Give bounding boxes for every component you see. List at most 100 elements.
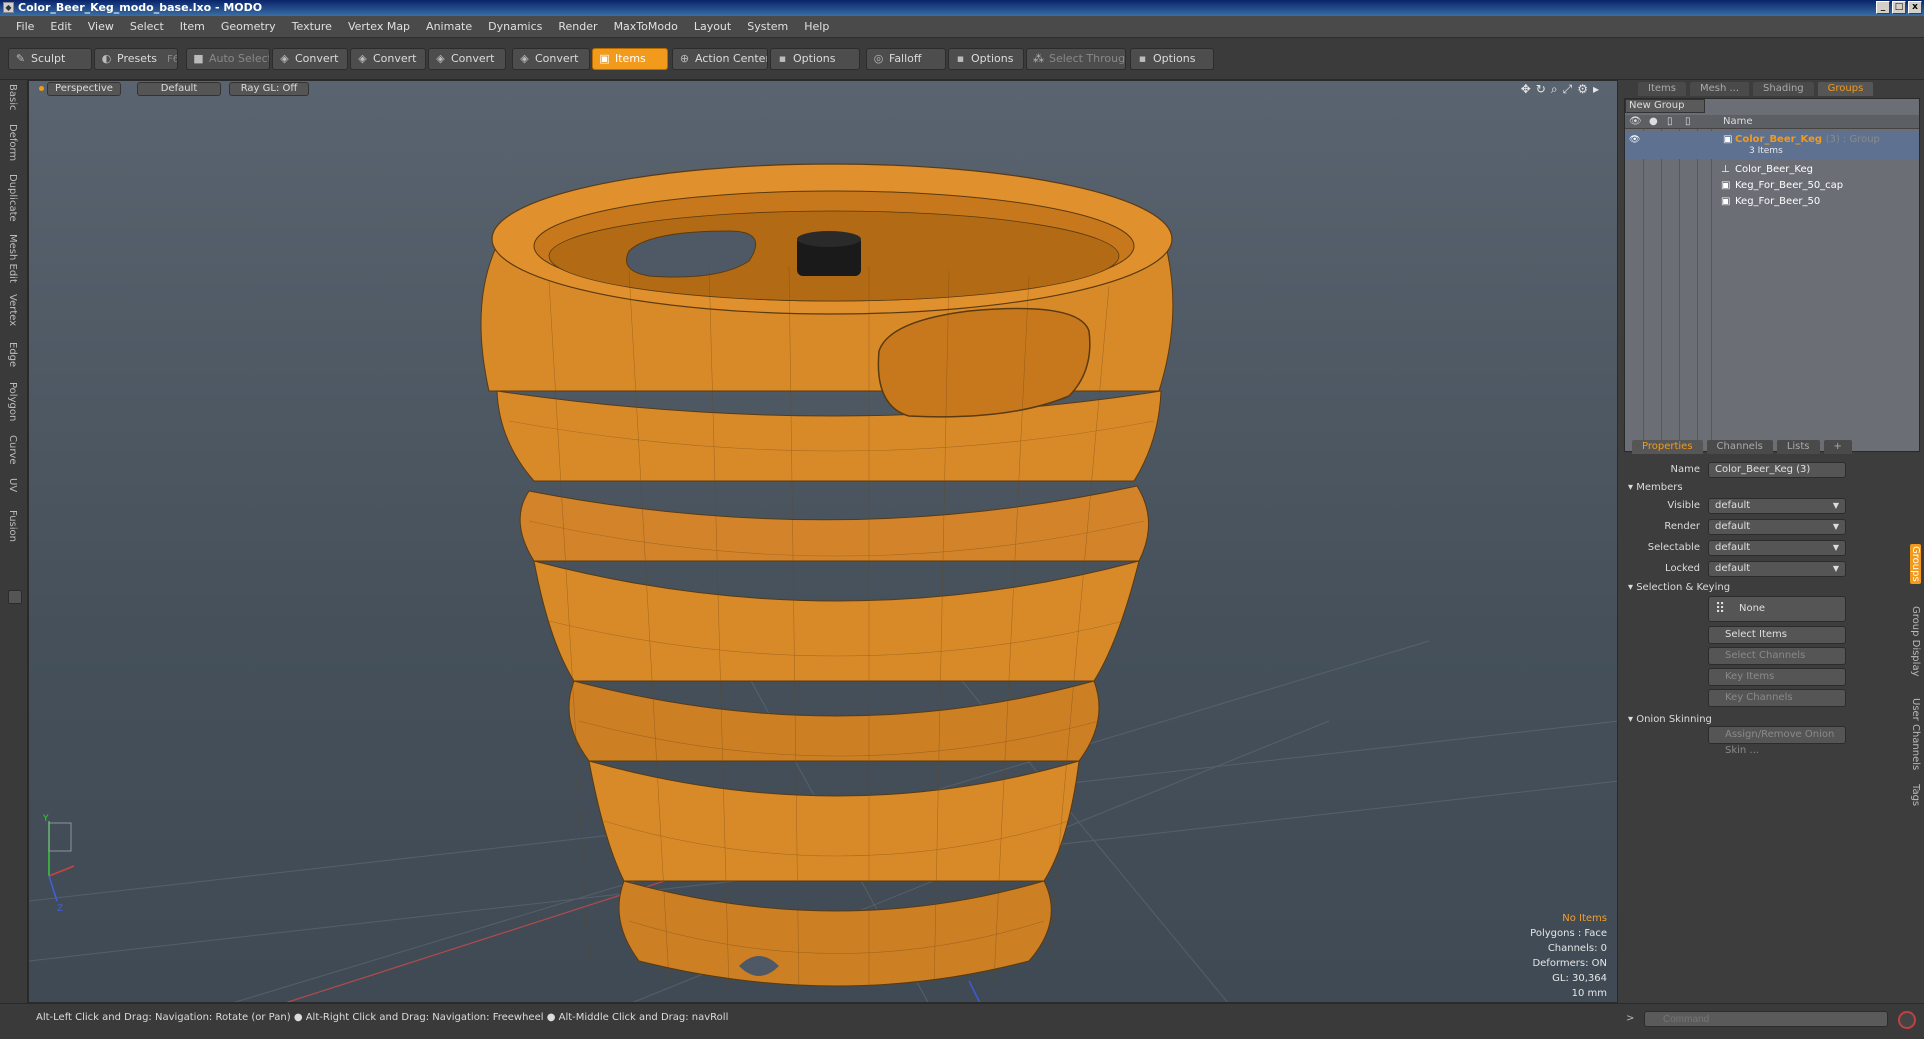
settings-icon[interactable]: ⚙ <box>1577 82 1588 97</box>
action-center-button[interactable]: ⊕ Action Center <box>672 48 768 70</box>
visible-dropdown[interactable]: default ▼ <box>1708 498 1846 514</box>
locked-dropdown[interactable]: default ▼ <box>1708 561 1846 577</box>
expand-icon[interactable]: ▸ <box>1593 82 1599 97</box>
keg-model <box>480 163 1174 997</box>
tab-properties[interactable]: Properties <box>1632 440 1703 454</box>
assign-onion-skin-button[interactable]: Assign/Remove Onion Skin ... <box>1708 726 1846 756</box>
side-tab-user-channels[interactable]: User Channels <box>1910 698 1921 770</box>
viewport-menu-dot[interactable] <box>39 86 44 91</box>
convert-polygon-button[interactable]: ◈ Convert <box>428 48 506 70</box>
side-tab-groups[interactable]: Groups <box>1910 544 1921 584</box>
axis-z-label: Z <box>57 904 63 914</box>
tab-shading[interactable]: Shading <box>1753 82 1814 96</box>
menu-dynamics[interactable]: Dynamics <box>480 20 550 33</box>
sculpt-button[interactable]: ✎ Sculpt <box>8 48 92 70</box>
tab-edge[interactable]: Edge <box>7 342 18 367</box>
tab-fusion[interactable]: Fusion <box>7 510 18 542</box>
name-column-header[interactable]: Name <box>1723 116 1753 127</box>
brush-icon: ✎ <box>15 52 26 65</box>
convert-material-button[interactable]: ◈ Convert <box>512 48 590 70</box>
groups-tabs: Items Mesh ... Shading Groups <box>1622 82 1922 98</box>
right-panel: Items Mesh ... Shading Groups New Group … <box>1618 80 1924 1039</box>
menu-layout[interactable]: Layout <box>686 20 739 33</box>
tab-items[interactable]: Items <box>1638 82 1686 96</box>
raygl-toggle[interactable]: Ray GL: Off <box>229 82 309 96</box>
status-bar: Alt-Left Click and Drag: Navigation: Rot… <box>0 1003 1618 1039</box>
menu-system[interactable]: System <box>739 20 796 33</box>
menu-view[interactable]: View <box>80 20 122 33</box>
name-field[interactable]: Color_Beer_Keg (3) <box>1708 462 1846 478</box>
falloff-button[interactable]: ◎ Falloff <box>866 48 946 70</box>
tab-uv[interactable]: UV <box>7 478 18 492</box>
tab-deform[interactable]: Deform <box>7 124 18 161</box>
view-type-dropdown[interactable]: Perspective <box>47 82 121 96</box>
menu-geometry[interactable]: Geometry <box>213 20 284 33</box>
selection-keying-section[interactable]: ▾ Selection & Keying <box>1628 582 1730 593</box>
close-button[interactable]: x <box>1908 1 1922 14</box>
action-center-options-button[interactable]: ▪ Options <box>770 48 860 70</box>
rotate-icon[interactable]: ↻ <box>1536 82 1546 97</box>
auto-select-button[interactable]: ■ Auto Select <box>186 48 270 70</box>
menu-maxtomodo[interactable]: MaxToModo <box>606 20 686 33</box>
onion-skinning-section[interactable]: ▾ Onion Skinning <box>1628 714 1712 725</box>
members-section[interactable]: ▾ Members <box>1628 482 1683 493</box>
tab-curve[interactable]: Curve <box>7 435 18 465</box>
tab-mesh-edit[interactable]: Mesh Edit <box>7 234 18 283</box>
selectable-dropdown[interactable]: default ▼ <box>1708 540 1846 556</box>
eye-icon[interactable]: 👁 <box>1629 135 1640 145</box>
visibility-column-icon[interactable]: 👁 <box>1629 116 1642 127</box>
key-items-button[interactable]: Key Items <box>1708 668 1846 686</box>
group-list: New Group 👁 ● ▯ ▯ Name 👁 ▣ Color_Beer_Ke… <box>1624 98 1920 452</box>
convert-edge-button[interactable]: ◈ Convert <box>350 48 426 70</box>
tab-polygon[interactable]: Polygon <box>7 382 18 421</box>
tab-mesh[interactable]: Mesh ... <box>1689 82 1750 96</box>
menu-edit[interactable]: Edit <box>42 20 79 33</box>
select-channels-button[interactable]: Select Channels <box>1708 647 1846 665</box>
group-member-row[interactable]: ▣ Keg_For_Beer_50 <box>1625 193 1919 211</box>
viewport-info: No Items Polygons : Face Channels: 0 Def… <box>1530 911 1607 1001</box>
menu-help[interactable]: Help <box>796 20 837 33</box>
menu-texture[interactable]: Texture <box>284 20 340 33</box>
presets-button[interactable]: ◐ Presets F6 <box>94 48 178 70</box>
select-column-icon[interactable]: ▯ <box>1667 116 1673 127</box>
new-group-button[interactable]: New Group <box>1625 99 1705 113</box>
key-channels-button[interactable]: Key Channels <box>1708 689 1846 707</box>
minimize-button[interactable]: _ <box>1876 1 1890 14</box>
side-tab-tags[interactable]: Tags <box>1910 784 1921 806</box>
add-tab-button[interactable]: + <box>1823 440 1852 454</box>
maximize-button[interactable]: □ <box>1892 1 1906 14</box>
none-button[interactable]: ⠿ None <box>1708 596 1846 622</box>
render-column-icon[interactable]: ● <box>1649 116 1658 127</box>
select-through-options-button[interactable]: ▪ Options <box>1130 48 1214 70</box>
render-dropdown[interactable]: default ▼ <box>1708 519 1846 535</box>
tab-lists[interactable]: Lists <box>1776 440 1820 454</box>
zoom-icon[interactable]: ⌕ <box>1551 82 1558 97</box>
menu-vertex-map[interactable]: Vertex Map <box>340 20 418 33</box>
convert-vertex-button[interactable]: ◈ Convert <box>272 48 348 70</box>
menu-item[interactable]: Item <box>172 20 213 33</box>
tab-duplicate[interactable]: Duplicate <box>7 174 18 222</box>
select-items-button[interactable]: Select Items <box>1708 626 1846 644</box>
toolbox-toggle[interactable] <box>8 590 22 604</box>
command-input[interactable] <box>1644 1011 1888 1027</box>
lock-column-icon[interactable]: ▯ <box>1685 116 1691 127</box>
tab-groups[interactable]: Groups <box>1817 82 1874 96</box>
tab-basic[interactable]: Basic <box>7 84 18 110</box>
viewport-3d[interactable]: Y Z Perspective Default Ray GL: Off ✥ ↻ … <box>28 80 1618 1003</box>
items-mode-button[interactable]: ▣ Items <box>592 48 668 70</box>
tab-vertex[interactable]: Vertex <box>7 294 18 326</box>
command-history-button[interactable] <box>1898 1011 1916 1029</box>
menu-render[interactable]: Render <box>550 20 605 33</box>
menu-animate[interactable]: Animate <box>418 20 480 33</box>
menu-select[interactable]: Select <box>122 20 172 33</box>
left-tool-tabs: Basic Deform Duplicate Mesh Edit Vertex … <box>0 80 28 1003</box>
shading-dropdown[interactable]: Default <box>137 82 221 96</box>
falloff-options-button[interactable]: ▪ Options <box>948 48 1024 70</box>
menu-file[interactable]: File <box>8 20 42 33</box>
fit-icon[interactable]: ⤢ <box>1563 82 1573 97</box>
pan-icon[interactable]: ✥ <box>1521 82 1531 97</box>
select-through-button[interactable]: ⁂ Select Through <box>1026 48 1126 70</box>
tab-channels[interactable]: Channels <box>1706 440 1773 454</box>
side-tab-group-display[interactable]: Group Display <box>1910 606 1921 676</box>
group-row[interactable]: 👁 ▣ Color_Beer_Keg (3) : Group 3 Items <box>1625 131 1919 159</box>
